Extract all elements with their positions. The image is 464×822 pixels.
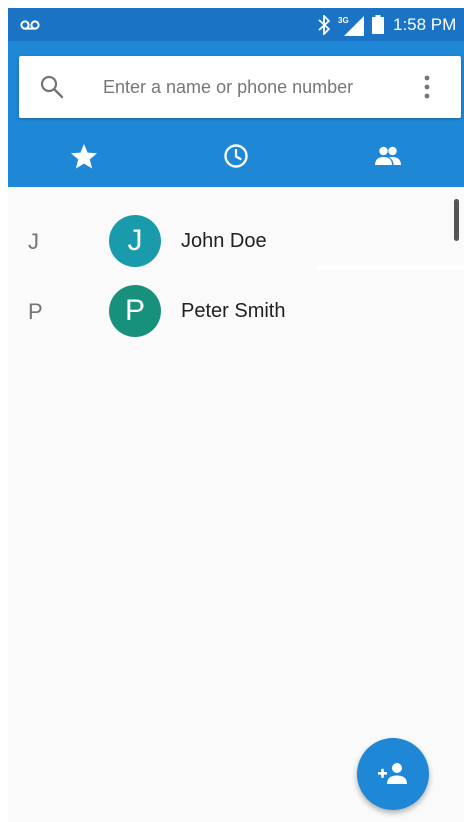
status-time: 1:58 PM [393,15,457,34]
search-box[interactable] [19,56,461,118]
tab-contacts[interactable] [312,124,464,187]
add-contact-button[interactable] [357,738,429,810]
network-type-label: 3G [338,16,349,25]
contact-row[interactable]: P P Peter Smith [8,276,464,346]
clock-icon [224,144,248,168]
tab-bar [8,124,464,270]
contact-name[interactable]: Peter Smith [181,300,285,323]
voicemail-icon [20,20,40,30]
add-contact-icon [378,763,407,784]
section-letter: J [28,229,39,254]
tab-recents[interactable] [160,124,312,187]
status-bar: 3G 1:58 PM [8,8,464,41]
search-icon [40,75,64,99]
battery-icon [372,15,384,34]
contact-row[interactable]: J J John Doe [8,206,464,276]
signal-icon: 3G [338,16,364,36]
dialer-screen: 3G 1:58 PM Enter a name or phone number … [8,8,464,822]
tab-favorites[interactable] [8,124,160,187]
avatar[interactable]: J [109,215,161,267]
people-icon [375,146,401,165]
contact-name[interactable]: John Doe [181,230,267,253]
section-letter: P [28,299,43,324]
contact-list: J J John Doe P P Peter Smith [8,187,464,822]
more-options-icon[interactable] [419,72,435,102]
scrollbar[interactable] [454,199,459,241]
avatar[interactable]: P [109,285,161,337]
search-input[interactable] [103,56,403,118]
bluetooth-icon [318,15,330,35]
star-icon [71,144,97,169]
app-bar [8,41,464,270]
